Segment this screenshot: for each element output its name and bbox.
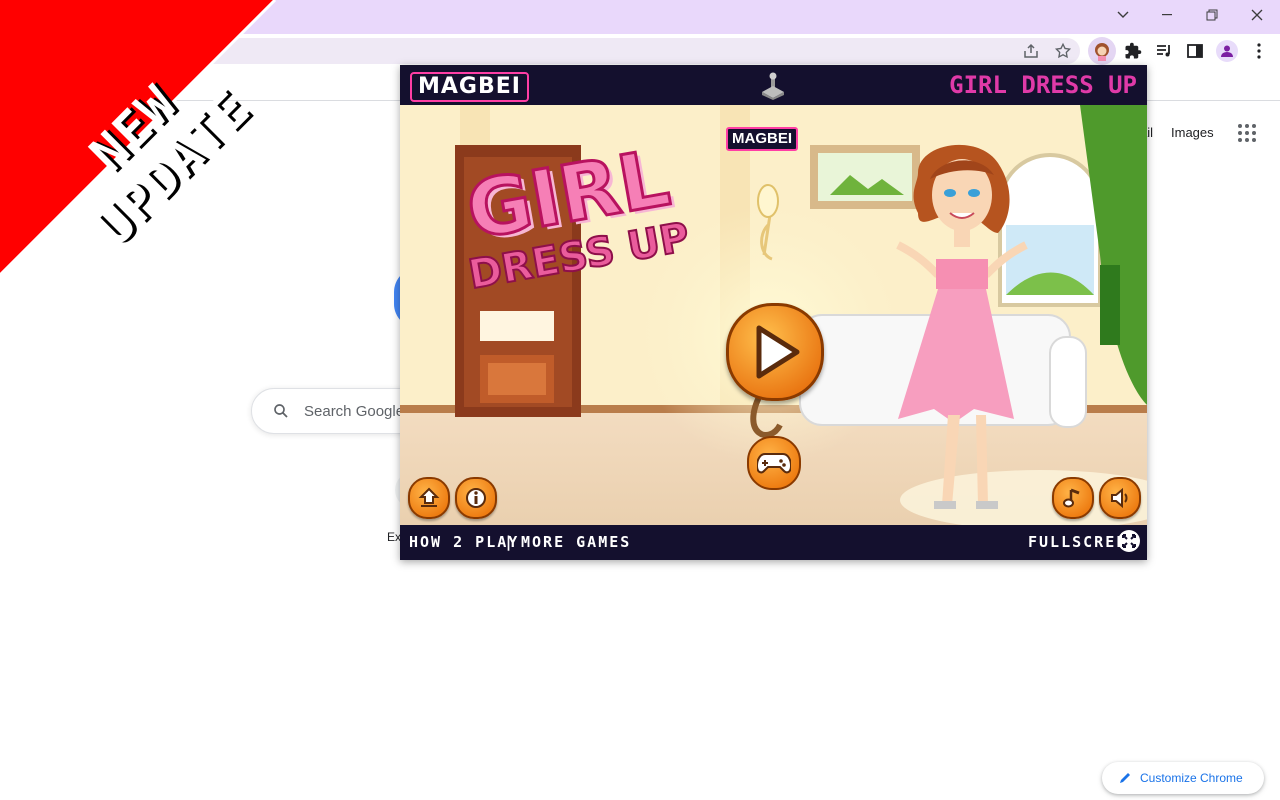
minimize-icon[interactable] <box>1144 0 1190 30</box>
extension-dressup-icon[interactable] <box>1088 37 1116 65</box>
profile-icon[interactable] <box>1216 40 1238 62</box>
home-button[interactable] <box>408 477 450 519</box>
google-apps-icon[interactable] <box>1238 124 1256 142</box>
sound-button[interactable] <box>1099 477 1141 519</box>
sidepanel-icon[interactable] <box>1184 40 1206 62</box>
info-button[interactable] <box>455 477 497 519</box>
shortcut-label: Ex <box>387 530 402 544</box>
joystick-icon <box>762 72 784 100</box>
girl-character <box>896 144 1028 509</box>
pencil-icon <box>1120 773 1130 783</box>
puzzle-icon[interactable] <box>1122 40 1144 62</box>
menu-icon[interactable] <box>1248 40 1270 62</box>
tab-search-chevron-down-icon[interactable] <box>1100 0 1146 30</box>
star-icon[interactable] <box>1052 40 1074 62</box>
customize-chrome-label: Customize Chrome <box>1140 771 1243 785</box>
media-icon[interactable] <box>1153 40 1175 62</box>
game-stage[interactable]: MAGBEI GIRL DRESS UP <box>400 105 1147 525</box>
header-game-title: GIRL DRESS UP <box>949 71 1137 99</box>
fullscreen-icon[interactable] <box>1118 530 1140 552</box>
play-icon <box>756 325 800 379</box>
game-footer: HOW 2 PLAY | MORE GAMES FULLSCREEN <box>400 525 1147 560</box>
stage-magbei-logo: MAGBEI <box>726 127 798 151</box>
more-games-link[interactable]: MORE GAMES <box>521 533 631 551</box>
more-games-gamepad-button[interactable] <box>747 436 801 490</box>
new-update-banner: NEW UPDATE <box>0 0 280 280</box>
gamepad-icon <box>757 453 791 474</box>
customize-chrome-button[interactable]: Customize Chrome <box>1102 762 1264 794</box>
play-button[interactable] <box>726 303 824 401</box>
music-note-icon <box>1063 488 1080 508</box>
extension-popup: MAGBEI GIRL DRESS UP MAGBEI GIRL DRESS U… <box>400 65 1147 560</box>
search-input[interactable]: Search Google <box>304 403 404 420</box>
magbei-logo[interactable]: MAGBEI <box>410 72 529 102</box>
images-link[interactable]: Images <box>1171 125 1214 140</box>
how-to-play-link[interactable]: HOW 2 PLAY <box>409 533 519 551</box>
game-header: MAGBEI GIRL DRESS UP <box>400 65 1147 105</box>
share-icon[interactable] <box>1020 40 1042 62</box>
home-upload-icon <box>418 487 440 507</box>
close-icon[interactable] <box>1234 0 1280 30</box>
footer-separator: | <box>504 533 516 551</box>
info-icon <box>466 488 486 508</box>
speaker-icon <box>1111 487 1128 509</box>
music-button[interactable] <box>1052 477 1094 519</box>
search-icon <box>274 404 288 418</box>
restore-icon[interactable] <box>1189 0 1235 30</box>
